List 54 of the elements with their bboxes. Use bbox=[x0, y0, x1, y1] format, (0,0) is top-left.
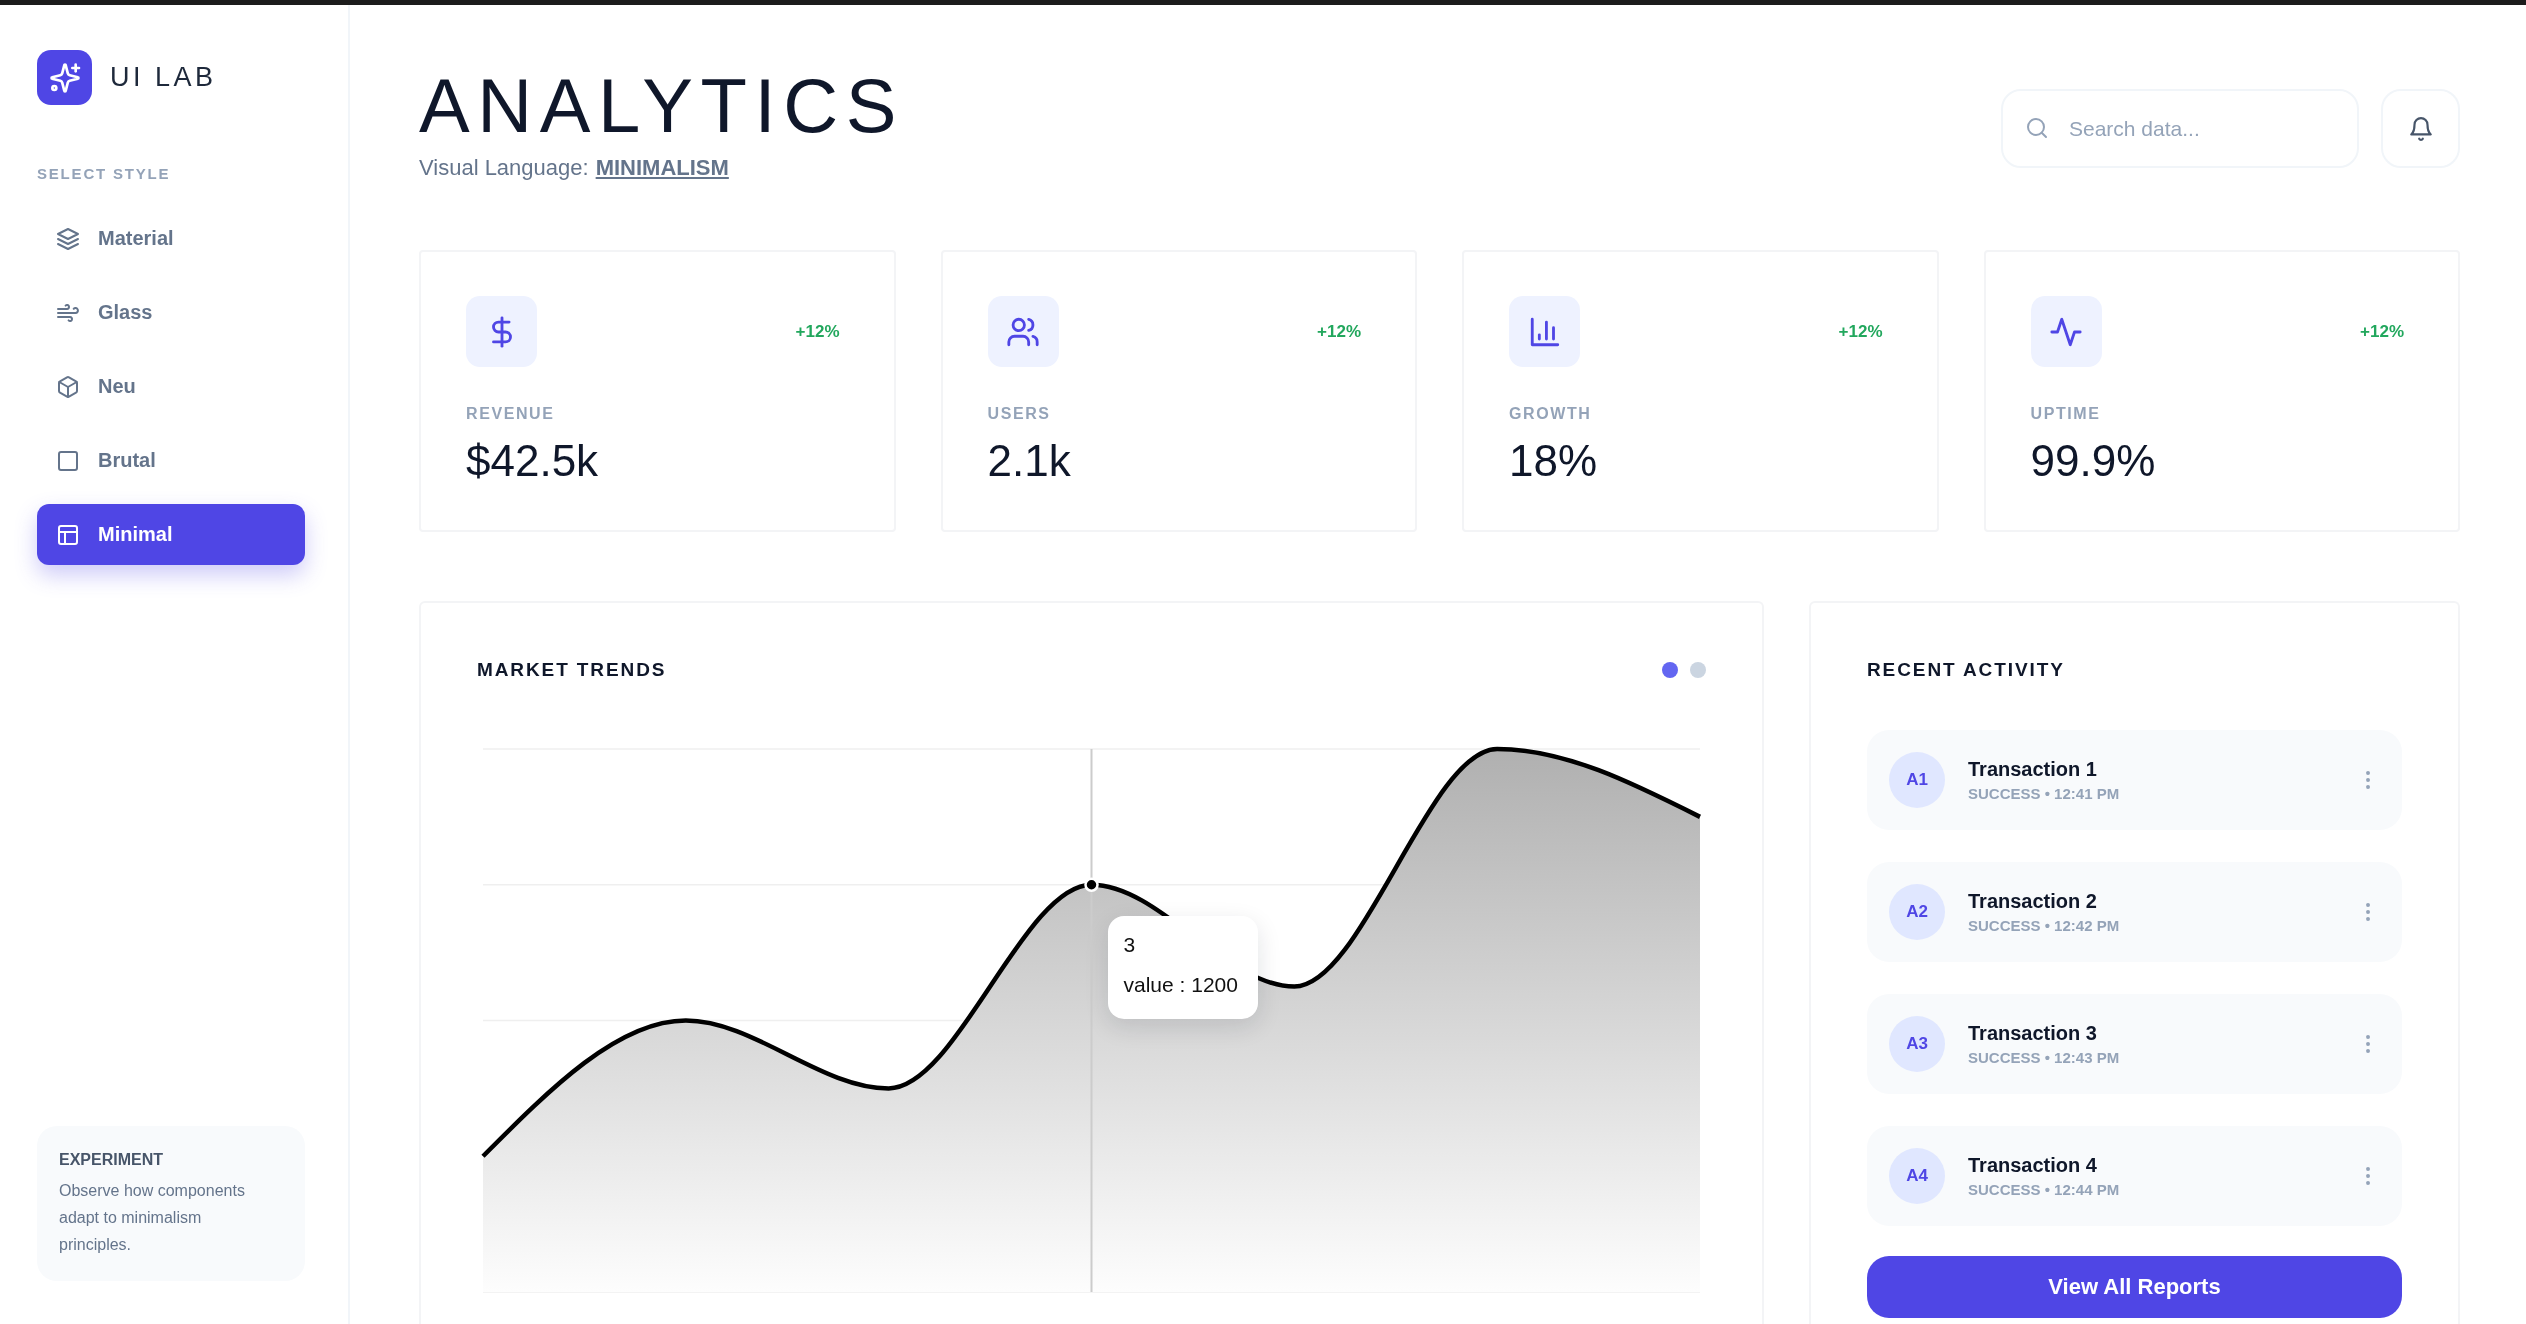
layers-icon bbox=[56, 226, 80, 251]
users-icon bbox=[987, 296, 1059, 367]
dollar-icon bbox=[466, 296, 537, 367]
stat-value: 99.9% bbox=[2030, 436, 2156, 486]
change-value: +12% bbox=[1838, 321, 1883, 342]
change-value: +12% bbox=[795, 321, 840, 342]
cube-icon bbox=[56, 374, 80, 399]
transaction-meta: SUCCESS • 12:42 PM bbox=[1968, 915, 2120, 936]
nav-item[interactable]: Glass bbox=[37, 282, 305, 343]
activity-title: RECENT ACTIVITY bbox=[1867, 658, 2065, 682]
caption-label: Visual Language: bbox=[419, 154, 589, 182]
avatar: A4 bbox=[1889, 1148, 1945, 1204]
stat-label: GROWTH bbox=[1509, 404, 1592, 424]
nav-item[interactable]: Neu bbox=[37, 356, 305, 417]
layout-icon bbox=[56, 522, 80, 547]
brand-name: UI LAB bbox=[110, 62, 217, 93]
change-value: +12% bbox=[1317, 321, 1361, 342]
avatar: A1 bbox=[1889, 752, 1945, 808]
view-reports-button[interactable]: View All Reports bbox=[1867, 1256, 2402, 1318]
nav-item[interactable]: Material bbox=[37, 208, 305, 269]
square-icon bbox=[56, 448, 80, 473]
nav-item[interactable]: Minimal bbox=[37, 504, 305, 565]
stat-value: 18% bbox=[1509, 436, 1598, 486]
transaction-meta: SUCCESS • 12:41 PM bbox=[1968, 783, 2120, 804]
transaction-title: Transaction 4 bbox=[1968, 1152, 2097, 1177]
stat-label: UPTIME bbox=[2030, 404, 2101, 424]
nav-item[interactable]: Brutal bbox=[37, 430, 305, 491]
style-link[interactable]: MINIMALISM bbox=[595, 154, 729, 182]
avatar: A3 bbox=[1889, 1016, 1945, 1072]
transaction-meta: SUCCESS • 12:44 PM bbox=[1968, 1179, 2120, 1200]
logo-icon bbox=[37, 50, 92, 105]
transaction-title: Transaction 2 bbox=[1968, 888, 2097, 913]
transaction-title: Transaction 3 bbox=[1968, 1020, 2097, 1045]
stat-value: $42.5k bbox=[466, 436, 599, 486]
tooltip-label: 3 bbox=[1123, 931, 1136, 957]
info-text: Observe how components adapt to minimalism principles. bbox=[59, 1181, 246, 1255]
section-label: SELECT STYLE bbox=[37, 165, 171, 183]
bell-icon bbox=[2407, 115, 2434, 142]
stat-value: 2.1k bbox=[987, 436, 1071, 486]
tooltip-value: value : 1200 bbox=[1123, 971, 1238, 997]
chart-title: MARKET TRENDS bbox=[477, 658, 667, 682]
stat-label: USERS bbox=[987, 404, 1051, 424]
bar-chart-icon bbox=[1509, 296, 1580, 367]
page-title: ANALYTICS bbox=[419, 68, 905, 144]
notification-button[interactable] bbox=[2381, 89, 2460, 168]
transaction-title: Transaction 1 bbox=[1968, 756, 2097, 781]
info-title: EXPERIMENT bbox=[59, 1150, 163, 1170]
change-value: +12% bbox=[2360, 321, 2404, 342]
search-field[interactable]: Search data... bbox=[2001, 89, 2359, 168]
search-icon bbox=[2025, 116, 2049, 140]
stat-label: REVENUE bbox=[466, 404, 555, 424]
transaction-meta: SUCCESS • 12:43 PM bbox=[1968, 1047, 2120, 1068]
pulse-icon bbox=[2030, 296, 2102, 367]
avatar: A2 bbox=[1889, 884, 1945, 940]
